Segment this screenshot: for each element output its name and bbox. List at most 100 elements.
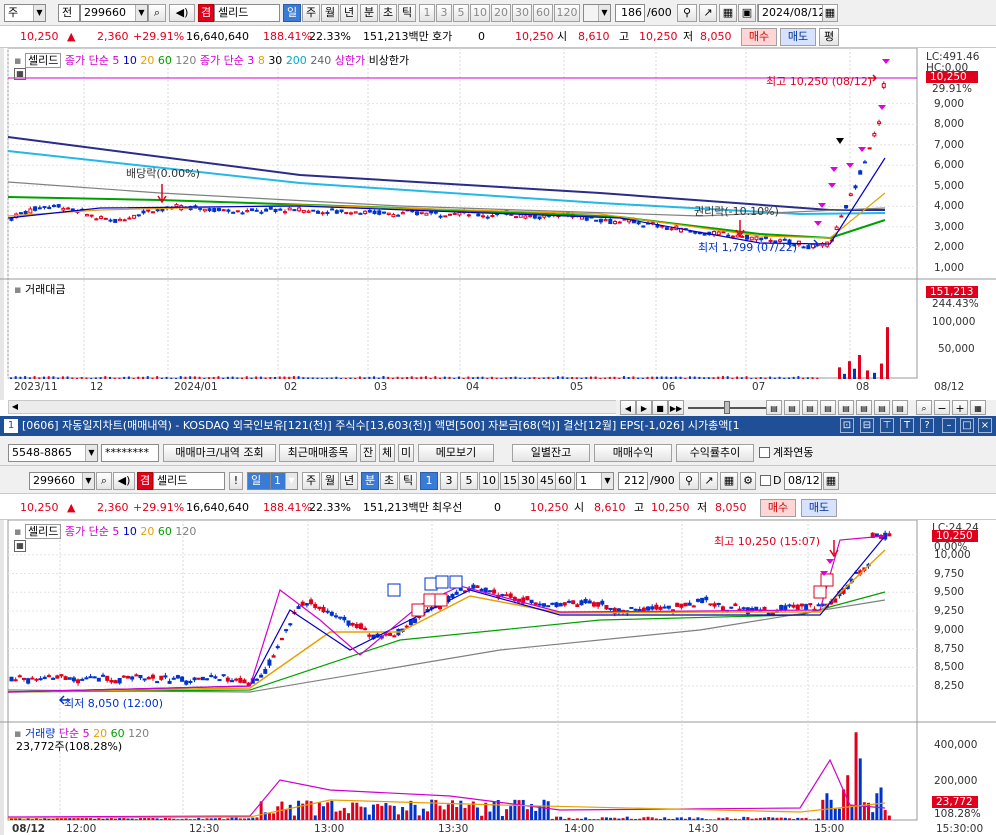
market-select[interactable]: 주 ▼ bbox=[4, 4, 46, 22]
nav-stop-icon[interactable]: ■ bbox=[652, 400, 668, 415]
q2-sell-button[interactable]: 매도 bbox=[801, 499, 837, 517]
bot-gear-icon[interactable]: ⚙ bbox=[740, 472, 756, 490]
fullscreen-icon[interactable]: ▦ bbox=[970, 400, 986, 415]
account-sync-checkbox[interactable] bbox=[759, 447, 770, 458]
recent-trades-button[interactable]: 최근매매종목 bbox=[279, 444, 357, 462]
nav-end-icon[interactable]: ▶▶ bbox=[668, 400, 684, 415]
interval-select[interactable]: ▼ bbox=[583, 4, 611, 22]
bot-period-year[interactable]: 년 bbox=[340, 472, 358, 490]
period-tick[interactable]: 틱 bbox=[398, 4, 416, 22]
bot-calendar-icon[interactable]: ▦ bbox=[823, 472, 839, 490]
view-icon-7[interactable]: ▤ bbox=[874, 400, 890, 415]
view-icon-5[interactable]: ▤ bbox=[838, 400, 854, 415]
bot-period-second[interactable]: 초 bbox=[380, 472, 398, 490]
q2-buy-button[interactable]: 매수 bbox=[760, 499, 796, 517]
nav-prev-icon[interactable]: ◀ bbox=[620, 400, 636, 415]
bot-interval-select[interactable]: 1 ▼ bbox=[576, 472, 614, 490]
interval-30[interactable]: 30 bbox=[512, 4, 532, 22]
daily-price-chart[interactable] bbox=[0, 48, 996, 400]
draw-tool-icon[interactable]: ↗ bbox=[699, 4, 717, 22]
search-icon[interactable]: ⌕ bbox=[148, 4, 166, 22]
interval-10[interactable]: 10 bbox=[470, 4, 490, 22]
buy-button[interactable]: 매수 bbox=[741, 28, 777, 46]
interval-60[interactable]: 60 bbox=[533, 4, 553, 22]
bot-date-input[interactable]: 08/12 bbox=[784, 472, 822, 490]
memo-button[interactable]: 메모보기 bbox=[418, 444, 494, 462]
bot-speaker-icon[interactable]: ◀) bbox=[113, 472, 135, 490]
window-font-icon[interactable]: T bbox=[900, 418, 914, 433]
zoom-out-icon[interactable]: − bbox=[934, 400, 950, 415]
password-input[interactable]: ******** bbox=[101, 444, 159, 462]
daily-config-icon[interactable]: ▦ bbox=[14, 68, 26, 80]
window-minimize-icon[interactable]: – bbox=[942, 418, 956, 433]
stock-name-field[interactable]: 셀리드 bbox=[214, 4, 280, 22]
speaker-icon[interactable]: ◀) bbox=[169, 4, 195, 22]
interval-20[interactable]: 20 bbox=[491, 4, 511, 22]
bot-search-icon[interactable]: ⌕ bbox=[96, 472, 112, 490]
daily-scrollbar[interactable]: ◀ bbox=[8, 400, 618, 414]
filled-button[interactable]: 체 bbox=[379, 444, 395, 462]
bot-period-tick[interactable]: 틱 bbox=[399, 472, 417, 490]
unfilled-button[interactable]: 미 bbox=[398, 444, 414, 462]
view-icon-4[interactable]: ▤ bbox=[820, 400, 836, 415]
period-week[interactable]: 주 bbox=[302, 4, 320, 22]
period-second[interactable]: 초 bbox=[379, 4, 397, 22]
intraday-price-chart[interactable] bbox=[0, 520, 996, 835]
pin-icon[interactable]: ⚲ bbox=[677, 4, 697, 22]
window-close-icon[interactable]: × bbox=[978, 418, 992, 433]
bot-grid-icon[interactable]: ▦ bbox=[720, 472, 738, 490]
bot-period-select[interactable]: 일 bbox=[247, 472, 271, 490]
bot-stock-name[interactable]: 셀리드 bbox=[153, 472, 225, 490]
period-month[interactable]: 월 bbox=[321, 4, 339, 22]
bot-code-input[interactable]: 299660 ▼ bbox=[29, 472, 95, 490]
daily-balance-button[interactable]: 일별잔고 bbox=[512, 444, 590, 462]
grid-icon[interactable]: ▦ bbox=[719, 4, 737, 22]
view-icon-6[interactable]: ▤ bbox=[856, 400, 872, 415]
view-icon-8[interactable]: ▤ bbox=[892, 400, 908, 415]
bot-interval-45[interactable]: 45 bbox=[537, 472, 557, 490]
window-pin-icon[interactable]: ⊤ bbox=[880, 418, 894, 433]
zoom-slider-handle[interactable] bbox=[724, 401, 730, 414]
bot-interval-3[interactable]: 3 bbox=[440, 472, 458, 490]
view-icon-2[interactable]: ▤ bbox=[784, 400, 800, 415]
calendar-icon[interactable]: ▦ bbox=[822, 4, 838, 22]
interval-3[interactable]: 3 bbox=[436, 4, 452, 22]
bot-interval-15[interactable]: 15 bbox=[500, 472, 520, 490]
bot-interval-60[interactable]: 60 bbox=[555, 472, 575, 490]
zoom-in-icon[interactable]: + bbox=[952, 400, 968, 415]
save-icon[interactable]: ▣ bbox=[738, 4, 756, 22]
balance-button[interactable]: 잔 bbox=[360, 444, 376, 462]
bot-interval-1[interactable]: 1 bbox=[420, 472, 438, 490]
bot-draw-tool-icon[interactable]: ↗ bbox=[700, 472, 718, 490]
window-restore-icon[interactable]: ⊡ bbox=[840, 418, 854, 433]
period-year[interactable]: 년 bbox=[340, 4, 358, 22]
stock-code-input[interactable]: 299660 ▼ bbox=[80, 4, 148, 22]
bot-count-input[interactable]: 212 bbox=[618, 472, 648, 490]
bot-interval-30[interactable]: 30 bbox=[518, 472, 538, 490]
intra-config-icon[interactable]: ▦ bbox=[14, 540, 26, 552]
zoom-search-icon[interactable]: ⌕ bbox=[916, 400, 932, 415]
bot-interval-10[interactable]: 10 bbox=[479, 472, 499, 490]
window-maximize-icon[interactable]: □ bbox=[960, 418, 974, 433]
bot-d-checkbox[interactable] bbox=[760, 475, 771, 486]
period-minute[interactable]: 분 bbox=[360, 4, 378, 22]
interval-120[interactable]: 120 bbox=[554, 4, 580, 22]
bot-pin-icon[interactable]: ⚲ bbox=[679, 472, 699, 490]
return-trend-button[interactable]: 수익률추이 bbox=[676, 444, 754, 462]
view-icon-3[interactable]: ▤ bbox=[802, 400, 818, 415]
trade-mark-query-button[interactable]: 매매마크/내역 조회 bbox=[163, 444, 276, 462]
interval-1[interactable]: 1 bbox=[419, 4, 435, 22]
view-icon-1[interactable]: ▤ bbox=[766, 400, 782, 415]
bar-count-input[interactable]: 186 bbox=[615, 4, 645, 22]
interval-5[interactable]: 5 bbox=[453, 4, 469, 22]
bot-period-month[interactable]: 월 bbox=[321, 472, 339, 490]
bot-period-minute[interactable]: 분 bbox=[361, 472, 379, 490]
eval-button[interactable]: 평 bbox=[819, 28, 839, 46]
window-link-icon[interactable]: ⊟ bbox=[860, 418, 874, 433]
date-input[interactable]: 2024/08/12 bbox=[758, 4, 824, 22]
window-help-icon[interactable]: ? bbox=[920, 418, 934, 433]
bot-period-n-select[interactable]: 1 ▼ bbox=[270, 472, 298, 490]
nav-next-icon[interactable]: ▶ bbox=[636, 400, 652, 415]
bot-alert-icon[interactable]: ! bbox=[229, 472, 243, 490]
period-day[interactable]: 일 bbox=[283, 4, 301, 22]
